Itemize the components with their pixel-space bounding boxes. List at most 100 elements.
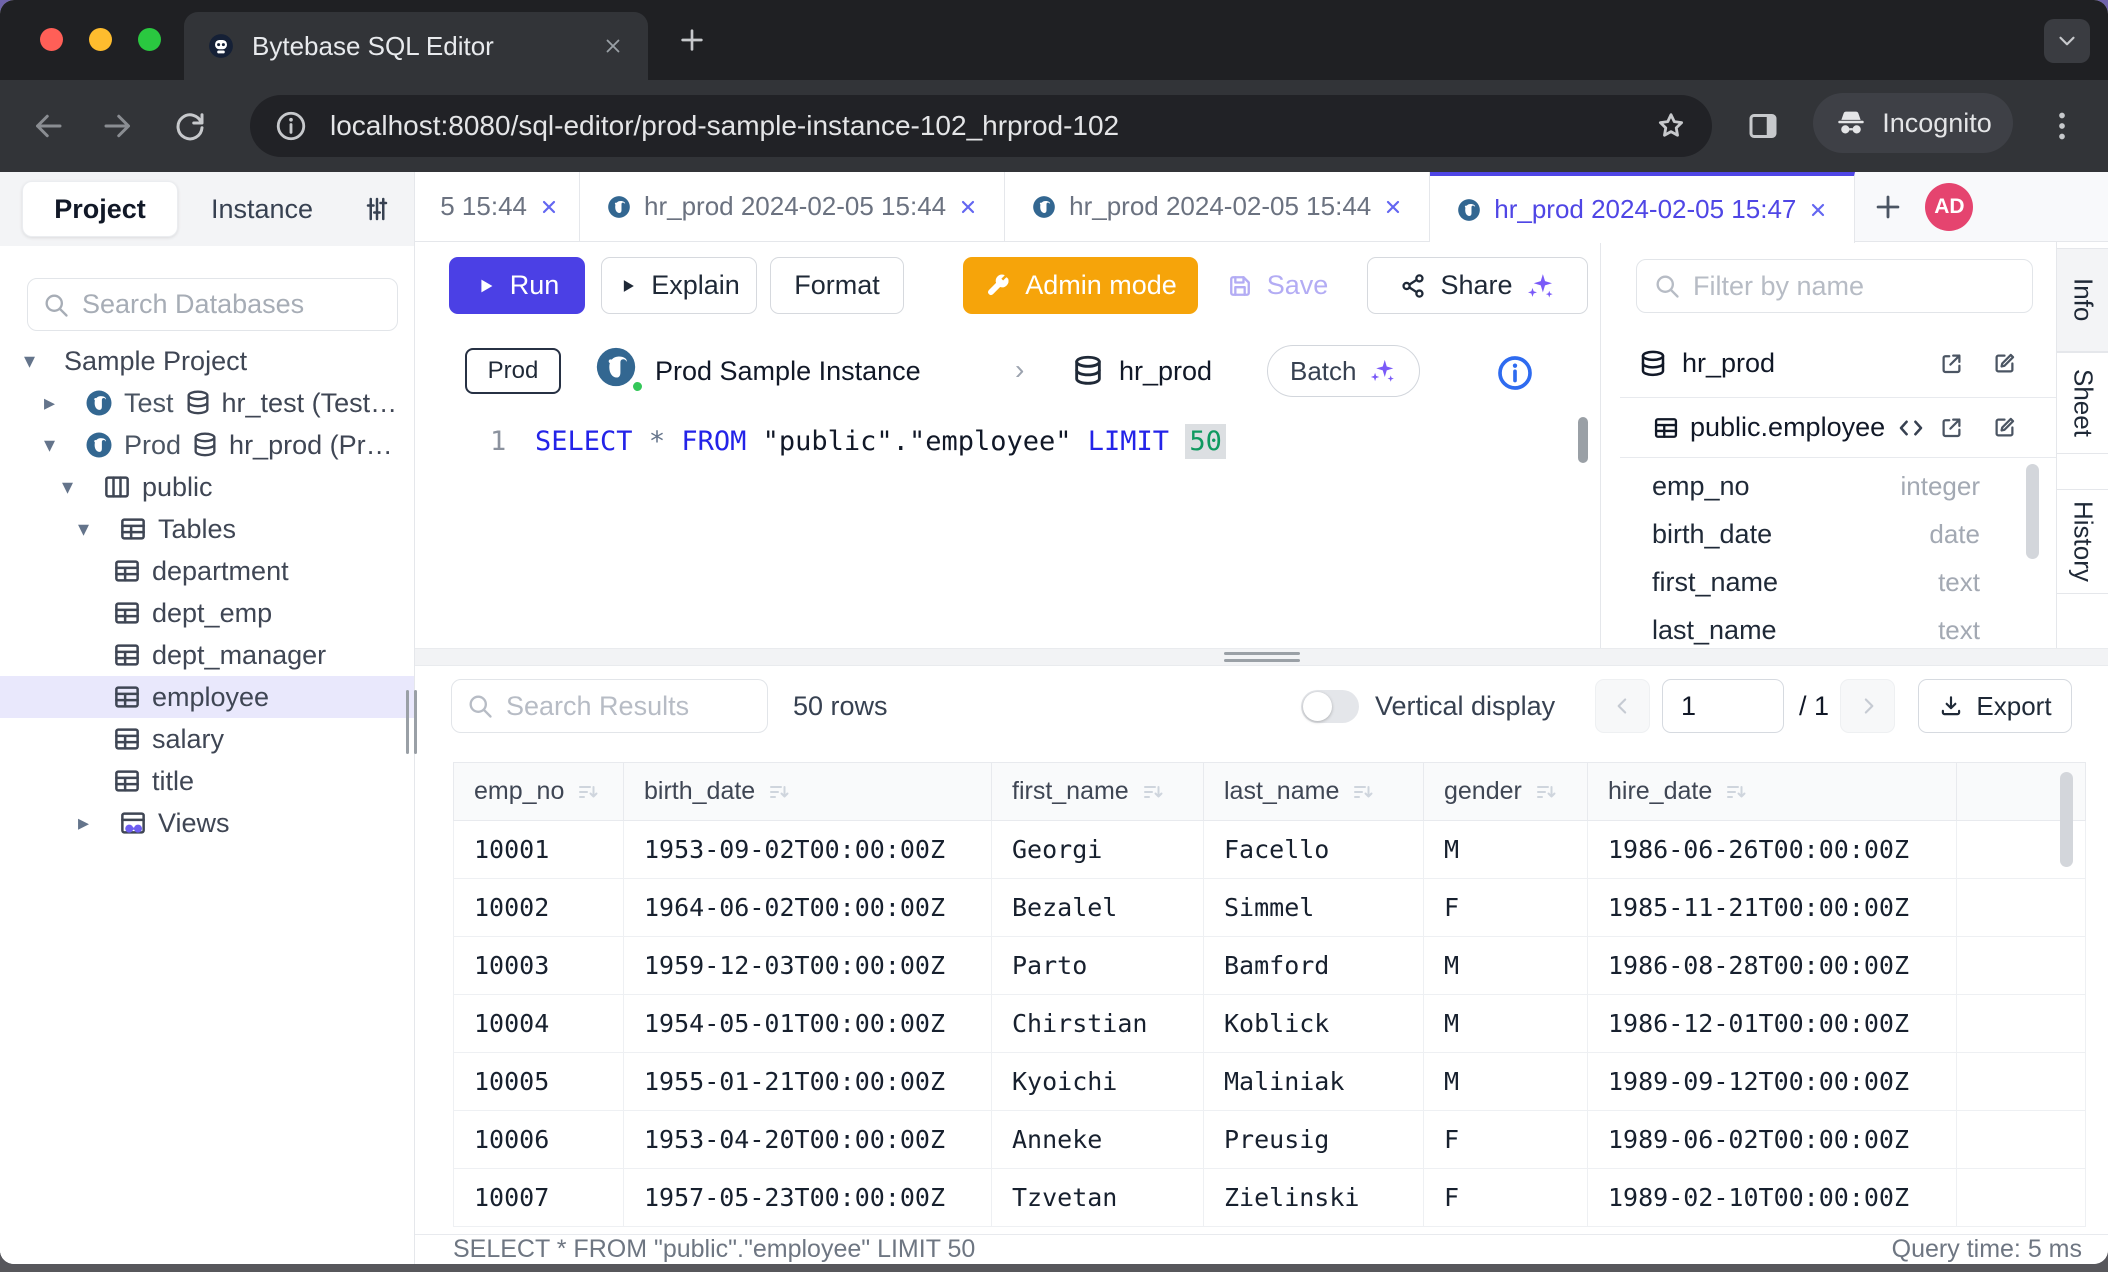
table-cell[interactable]: 10002: [454, 879, 624, 937]
table-cell[interactable]: 1959-12-03T00:00:00Z: [624, 937, 992, 995]
schema-filter-input[interactable]: [1693, 271, 2016, 302]
tree-item-employee[interactable]: employee: [0, 676, 414, 718]
column-row-birth_date[interactable]: birth_datedate: [1620, 510, 2056, 558]
column-header-first_name[interactable]: first_name: [992, 763, 1204, 821]
new-sheet-button[interactable]: [1871, 190, 1905, 224]
table-row[interactable]: 100021964-06-02T00:00:00ZBezalelSimmelF1…: [454, 879, 2086, 937]
caret-down-icon[interactable]: ▾: [44, 432, 74, 458]
sql-editor[interactable]: 1 SELECT * FROM "public"."employee" LIMI…: [415, 412, 1600, 648]
close-tab-icon[interactable]: [958, 197, 978, 217]
table-cell[interactable]: Anneke: [992, 1111, 1204, 1169]
avatar[interactable]: AD: [1925, 183, 1973, 231]
table-row[interactable]: 100051955-01-21T00:00:00ZKyoichiMaliniak…: [454, 1053, 2086, 1111]
tree-item-hr-prod-pr[interactable]: ▾Prodhr_prod (Pr…: [0, 424, 414, 466]
schema-filter-box[interactable]: [1636, 259, 2033, 313]
caret-down-icon[interactable]: ▾: [62, 474, 92, 500]
table-cell[interactable]: 1985-11-21T00:00:00Z: [1588, 879, 1957, 937]
side-panel-icon[interactable]: [1745, 108, 1781, 144]
explain-button[interactable]: Explain: [601, 257, 757, 314]
column-header-gender[interactable]: gender: [1424, 763, 1588, 821]
edit-icon[interactable]: [1991, 350, 2018, 377]
tab-search-button[interactable]: [2044, 19, 2090, 63]
tree-item-title[interactable]: title: [0, 760, 414, 802]
results-search-input[interactable]: [506, 691, 753, 722]
code-icon[interactable]: [1896, 413, 1926, 443]
reload-button[interactable]: [172, 108, 208, 144]
table-cell[interactable]: F: [1424, 879, 1588, 937]
results-scrollbar[interactable]: [2060, 772, 2073, 867]
database-search-box[interactable]: [27, 278, 398, 331]
tree-item-dept-emp[interactable]: dept_emp: [0, 592, 414, 634]
table-cell[interactable]: Facello: [1204, 821, 1424, 879]
breadcrumb-instance[interactable]: Prod Sample Instance: [655, 330, 921, 412]
table-cell[interactable]: 1989-06-02T00:00:00Z: [1588, 1111, 1957, 1169]
run-button[interactable]: Run: [449, 257, 585, 314]
forward-button[interactable]: [100, 108, 136, 144]
table-cell[interactable]: Chirstian: [992, 995, 1204, 1053]
close-tab-icon[interactable]: [1808, 200, 1828, 220]
table-cell[interactable]: 1986-06-26T00:00:00Z: [1588, 821, 1957, 879]
close-tab-icon[interactable]: [539, 197, 559, 217]
editor-scrollbar[interactable]: [1578, 417, 1588, 463]
table-row[interactable]: 100041954-05-01T00:00:00ZChirstianKoblic…: [454, 995, 2086, 1053]
table-cell[interactable]: Tzvetan: [992, 1169, 1204, 1227]
column-header-emp_no[interactable]: emp_no: [454, 763, 624, 821]
address-bar[interactable]: localhost:8080/sql-editor/prod-sample-in…: [250, 95, 1712, 157]
tree-item-public[interactable]: ▾public: [0, 466, 414, 508]
table-cell[interactable]: F: [1424, 1169, 1588, 1227]
table-cell[interactable]: Bamford: [1204, 937, 1424, 995]
database-search-input[interactable]: [82, 289, 383, 320]
tree-item-department[interactable]: department: [0, 550, 414, 592]
minimize-window-button[interactable]: [89, 28, 112, 51]
table-cell[interactable]: Zielinski: [1204, 1169, 1424, 1227]
table-cell[interactable]: 1954-05-01T00:00:00Z: [624, 995, 992, 1053]
caret-right-icon[interactable]: ▸: [44, 390, 74, 416]
browser-menu-button[interactable]: [2044, 108, 2080, 144]
prev-page-button[interactable]: [1595, 679, 1650, 733]
table-cell[interactable]: Koblick: [1204, 995, 1424, 1053]
tree-item-salary[interactable]: salary: [0, 718, 414, 760]
tab-project[interactable]: Project: [22, 181, 178, 237]
editor-panel-divider[interactable]: [1600, 242, 1601, 648]
share-button[interactable]: Share: [1367, 257, 1588, 314]
browser-tab[interactable]: Bytebase SQL Editor: [184, 12, 648, 80]
table-cell[interactable]: Kyoichi: [992, 1053, 1204, 1111]
back-button[interactable]: [30, 108, 66, 144]
editor-tab-2[interactable]: hr_prod 2024-02-05 15:44: [580, 172, 1005, 241]
tab-instance[interactable]: Instance: [192, 181, 332, 237]
tree-item-hr-test-test[interactable]: ▸Testhr_test (Test…: [0, 382, 414, 424]
tree-item-views[interactable]: ▸Views: [0, 802, 414, 844]
table-row[interactable]: 100011953-09-02T00:00:00ZGeorgiFacelloM1…: [454, 821, 2086, 879]
page-number-input[interactable]: [1662, 679, 1784, 733]
admin-mode-button[interactable]: Admin mode: [963, 257, 1198, 314]
table-cell[interactable]: 1953-04-20T00:00:00Z: [624, 1111, 992, 1169]
column-row-last_name[interactable]: last_nametext: [1620, 606, 2056, 648]
table-cell[interactable]: 1957-05-23T00:00:00Z: [624, 1169, 992, 1227]
table-cell[interactable]: Parto: [992, 937, 1204, 995]
editor-tab-3[interactable]: hr_prod 2024-02-05 15:44: [1005, 172, 1430, 241]
batch-button[interactable]: Batch: [1267, 345, 1420, 397]
next-page-button[interactable]: [1840, 679, 1895, 733]
table-cell[interactable]: 10006: [454, 1111, 624, 1169]
table-cell[interactable]: 1953-09-02T00:00:00Z: [624, 821, 992, 879]
table-cell[interactable]: M: [1424, 821, 1588, 879]
column-header-last_name[interactable]: last_name: [1204, 763, 1424, 821]
connection-info-icon[interactable]: [1495, 353, 1535, 393]
table-cell[interactable]: 10004: [454, 995, 624, 1053]
table-cell[interactable]: 1955-01-21T00:00:00Z: [624, 1053, 992, 1111]
tree-settings-icon[interactable]: [362, 194, 392, 224]
side-tab-info[interactable]: Info: [2056, 248, 2108, 352]
table-cell[interactable]: 10001: [454, 821, 624, 879]
breadcrumb-database[interactable]: hr_prod: [1119, 330, 1212, 412]
table-cell[interactable]: F: [1424, 1111, 1588, 1169]
table-cell[interactable]: 1964-06-02T00:00:00Z: [624, 879, 992, 937]
format-button[interactable]: Format: [770, 257, 904, 314]
editor-results-splitter[interactable]: [415, 648, 2108, 666]
caret-down-icon[interactable]: ▾: [78, 516, 108, 542]
caret-right-icon[interactable]: ▸: [78, 810, 108, 836]
column-row-emp_no[interactable]: emp_nointeger: [1620, 462, 2056, 510]
caret-down-icon[interactable]: ▾: [24, 348, 54, 374]
zoom-window-button[interactable]: [138, 28, 161, 51]
vertical-display-toggle[interactable]: [1301, 690, 1359, 723]
table-row[interactable]: 100071957-05-23T00:00:00ZTzvetanZielinsk…: [454, 1169, 2086, 1227]
